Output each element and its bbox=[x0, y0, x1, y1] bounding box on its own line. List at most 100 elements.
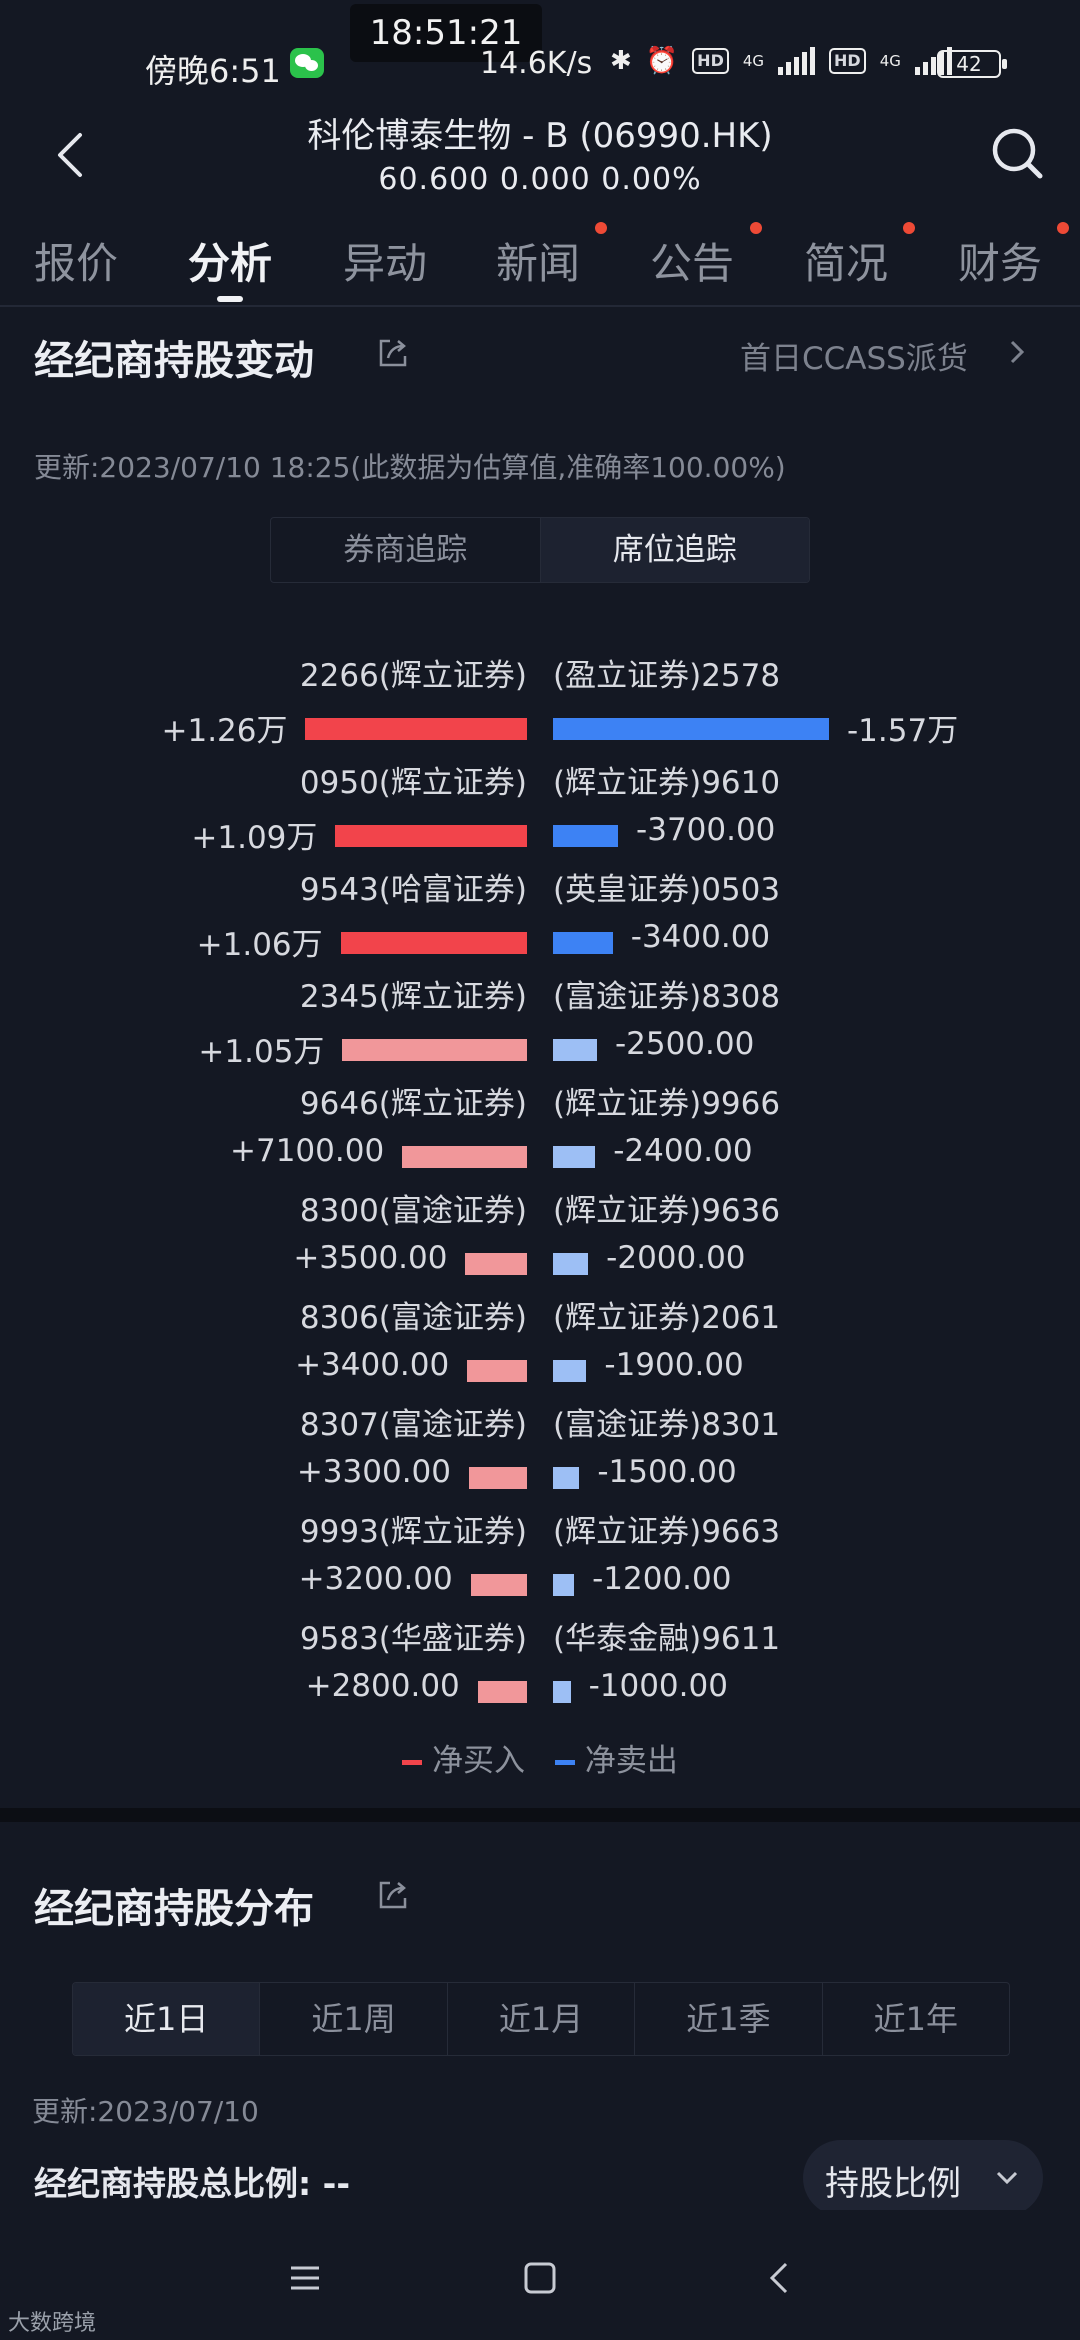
buy-value: +7100.00 bbox=[230, 1133, 385, 1169]
wechat-icon bbox=[290, 48, 324, 78]
net-speed: 14.6K/s bbox=[480, 46, 593, 81]
tab-analysis[interactable]: 分析 bbox=[188, 230, 272, 291]
buy-broker-label: 2345(辉立证券) bbox=[299, 979, 527, 1015]
chart-legend: 净买入 净卖出 bbox=[0, 1735, 1080, 1780]
buy-broker-label: 2266(辉立证券) bbox=[299, 658, 527, 694]
buy-bar bbox=[468, 1467, 527, 1489]
legend-buy-swatch bbox=[402, 1760, 423, 1765]
buy-value: +1.26万 bbox=[161, 713, 288, 749]
dropdown-label: 持股比例 bbox=[825, 2164, 961, 2204]
status-bar: 18:51:21 傍晚6:51 14.6K/s ✱ ⏰ HD 4G HD 4G … bbox=[0, 0, 1080, 110]
buy-bar bbox=[305, 718, 527, 740]
period-1w[interactable]: 近1周 bbox=[259, 1983, 446, 2055]
sell-value: -2500.00 bbox=[614, 1026, 755, 1062]
sell-bar bbox=[553, 932, 613, 954]
status-time: 傍晚6:51 bbox=[145, 52, 281, 90]
share-icon-2[interactable] bbox=[376, 1878, 410, 1912]
stock-title: 科伦博泰生物 - B (06990.HK) bbox=[307, 116, 773, 156]
sell-broker-label: (辉立证券)9966 bbox=[553, 1086, 781, 1122]
tab-financials-dot bbox=[1057, 222, 1069, 234]
hd-icon: HD bbox=[692, 48, 729, 74]
broker-row: 2345(辉立证券) (富途证券)8308 +1.05万 -2500.00 bbox=[0, 971, 1080, 1078]
sell-bar bbox=[553, 825, 619, 847]
search-icon[interactable] bbox=[990, 126, 1046, 182]
holding-ratio-dropdown[interactable]: 持股比例 bbox=[803, 2140, 1043, 2216]
sell-bar bbox=[553, 718, 829, 740]
sell-bar bbox=[553, 1360, 587, 1382]
sell-bar bbox=[553, 1574, 575, 1596]
share-icon[interactable] bbox=[376, 336, 410, 370]
buy-bar bbox=[402, 1146, 527, 1168]
period-1m[interactable]: 近1月 bbox=[446, 1983, 634, 2055]
period-1q[interactable]: 近1季 bbox=[634, 1983, 821, 2055]
sell-broker-label: (富途证券)8308 bbox=[553, 979, 781, 1015]
sell-broker-label: (辉立证券)9663 bbox=[553, 1514, 781, 1550]
sell-value: -1900.00 bbox=[604, 1347, 744, 1383]
buy-bar bbox=[340, 932, 527, 954]
tab-news[interactable]: 新闻 bbox=[496, 230, 580, 291]
total-holding-ratio: 经纪商持股总比例: -- bbox=[34, 2164, 351, 2203]
system-nav-bar bbox=[0, 2210, 1080, 2340]
update-time: 更新:2023/07/10 18:25(此数据为估算值,准确率100.00%) bbox=[34, 451, 786, 484]
tab-announcements[interactable]: 公告 bbox=[650, 230, 734, 291]
analysis-tabs: 报价 分析 异动 新闻 公告 简况 财务 bbox=[0, 220, 1080, 302]
battery-icon: 42 bbox=[937, 50, 1007, 78]
alarm-icon: ⏰ bbox=[645, 46, 679, 76]
bluetooth-icon: ✱ bbox=[610, 46, 632, 76]
buy-bar bbox=[342, 1039, 527, 1061]
section-separator bbox=[0, 1808, 1080, 1822]
tab-profile[interactable]: 简况 bbox=[804, 230, 888, 291]
sell-broker-label: (辉立证券)9636 bbox=[553, 1193, 781, 1229]
sell-bar bbox=[553, 1253, 589, 1275]
buy-value: +1.05万 bbox=[198, 1034, 325, 1070]
sell-broker-label: (华泰金融)9611 bbox=[553, 1621, 781, 1657]
seat-tracking-button[interactable]: 席位追踪 bbox=[539, 518, 809, 582]
sell-broker-label: (盈立证券)2578 bbox=[553, 658, 781, 694]
tab-profile-dot bbox=[903, 222, 915, 234]
tab-announcements-dot bbox=[750, 222, 762, 234]
buy-bar bbox=[477, 1681, 527, 1703]
tab-movement[interactable]: 异动 bbox=[343, 230, 427, 291]
tab-financials[interactable]: 财务 bbox=[958, 230, 1042, 291]
signal-icon bbox=[778, 47, 816, 75]
buy-value: +2800.00 bbox=[305, 1668, 460, 1704]
sell-value: -2400.00 bbox=[613, 1133, 753, 1169]
buy-broker-label: 9646(辉立证券) bbox=[299, 1086, 527, 1122]
buy-value: +3400.00 bbox=[295, 1347, 450, 1383]
nav-back-icon[interactable] bbox=[760, 2258, 800, 2298]
buy-broker-label: 8300(富途证券) bbox=[299, 1193, 527, 1229]
sell-value: -1500.00 bbox=[597, 1454, 737, 1490]
buy-value: +1.06万 bbox=[196, 927, 323, 963]
tabs-divider bbox=[0, 305, 1080, 307]
broker-row: 0950(辉立证券) (辉立证券)9610 +1.09万 -3700.00 bbox=[0, 757, 1080, 864]
update-date: 更新:2023/07/10 bbox=[32, 2095, 259, 2128]
broker-distribution-title: 经纪商持股分布 bbox=[34, 1886, 314, 1932]
home-icon[interactable] bbox=[520, 2258, 560, 2298]
buy-value: +1.09万 bbox=[191, 820, 318, 856]
sell-value: -3400.00 bbox=[630, 919, 771, 955]
sell-bar bbox=[553, 1681, 571, 1703]
stock-header: 科伦博泰生物 - B (06990.HK) 60.600 0.000 0.00% bbox=[0, 100, 1080, 210]
tab-quote[interactable]: 报价 bbox=[34, 230, 118, 291]
buy-bar bbox=[335, 825, 527, 847]
watermark: 大数跨境 bbox=[8, 2311, 97, 2336]
sell-broker-label: (辉立证券)2061 bbox=[553, 1300, 781, 1336]
period-1d[interactable]: 近1日 bbox=[73, 1983, 260, 2055]
buy-value: +3500.00 bbox=[293, 1240, 448, 1276]
broker-row: 9583(华盛证券) (华泰金融)9611 +2800.00 -1000.00 bbox=[0, 1613, 1080, 1720]
period-selector: 近1日 近1周 近1月 近1季 近1年 bbox=[72, 1982, 1010, 2056]
menu-icon[interactable] bbox=[285, 2258, 325, 2298]
chevron-right-icon[interactable] bbox=[1005, 336, 1029, 368]
sell-bar bbox=[553, 1467, 580, 1489]
ccass-link[interactable]: 首日CCASS派货 bbox=[740, 333, 968, 378]
network-type-2: 4G bbox=[879, 52, 901, 70]
broker-tracking-button[interactable]: 券商追踪 bbox=[271, 518, 540, 582]
active-tab-indicator bbox=[217, 296, 243, 302]
broker-row: 8306(富途证券) (辉立证券)2061 +3400.00 -1900.00 bbox=[0, 1292, 1080, 1399]
buy-broker-label: 0950(辉立证券) bbox=[299, 765, 527, 801]
sell-value: -1.57万 bbox=[847, 713, 959, 749]
sell-value: -3700.00 bbox=[636, 812, 776, 848]
chevron-down-icon bbox=[996, 2171, 1018, 2185]
sell-broker-label: (英皇证券)0503 bbox=[553, 872, 781, 908]
period-1y[interactable]: 近1年 bbox=[821, 1983, 1009, 2055]
